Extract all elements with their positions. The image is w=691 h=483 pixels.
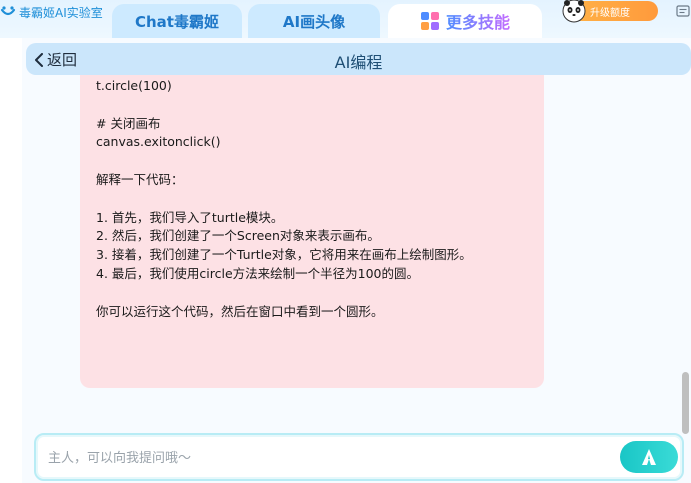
message-line: # 关闭画布 bbox=[96, 115, 161, 131]
tab-ai-avatar-label: AI画头像 bbox=[282, 12, 346, 31]
message-line bbox=[96, 190, 528, 209]
assistant-message-bubble: t.circle(100) # 关闭画布 canvas.exitonclick(… bbox=[80, 75, 544, 388]
upgrade-label: 升级额度 bbox=[590, 7, 630, 19]
tab-chat[interactable]: Chat毒霸姬 bbox=[112, 4, 242, 38]
send-button[interactable] bbox=[620, 441, 678, 473]
brand-logo-icon bbox=[0, 6, 16, 16]
page-header: 返回 AI编程 bbox=[26, 43, 691, 75]
tab-chat-label: Chat毒霸姬 bbox=[135, 12, 219, 31]
grid-apps-icon bbox=[420, 12, 439, 30]
message-line bbox=[96, 284, 528, 303]
menu-icon[interactable] bbox=[676, 4, 690, 18]
brand-name: 毒霸姬AI实验室 bbox=[19, 5, 103, 20]
message-line: 1. 首先，我们导入了turtle模块。 bbox=[96, 209, 284, 225]
message-line bbox=[96, 152, 528, 171]
tab-more-skills-label: 更多技能 bbox=[446, 9, 510, 33]
upgrade-button[interactable]: 升级额度 bbox=[562, 0, 658, 23]
tab-ai-avatar[interactable]: AI画头像 bbox=[248, 4, 380, 38]
message-line bbox=[96, 96, 528, 115]
chat-scrollbar[interactable] bbox=[682, 372, 689, 434]
tab-more-skills[interactable]: 更多技能 bbox=[388, 4, 542, 38]
page-title: AI编程 bbox=[334, 53, 383, 72]
message-line: 2. 然后，我们创建了一个Screen对象来表示画布。 bbox=[96, 228, 380, 244]
message-line: 4. 最后，我们使用circle方法来绘制一个半径为100的圆。 bbox=[96, 265, 420, 281]
message-line: 3. 接着，我们创建了一个Turtle对象，它将用来在画布上绘制图形。 bbox=[96, 247, 472, 263]
chat-area: t.circle(100) # 关闭画布 canvas.exitonclick(… bbox=[22, 75, 678, 425]
chat-input[interactable] bbox=[46, 445, 590, 471]
panda-avatar-icon bbox=[562, 0, 586, 23]
send-icon bbox=[642, 449, 656, 465]
message-line: 解释一下代码： bbox=[96, 171, 184, 187]
message-line: 你可以运行这个代码，然后在窗口中看到一个圆形。 bbox=[96, 303, 384, 319]
chat-input-container bbox=[34, 433, 684, 481]
message-line: canvas.exitonclick() bbox=[96, 134, 221, 150]
top-bar: 毒霸姬AI实验室 Chat毒霸姬 AI画头像 更多技能 升级额度 bbox=[0, 0, 691, 38]
message-line: t.circle(100) bbox=[96, 78, 172, 93]
brand[interactable]: 毒霸姬AI实验室 bbox=[0, 3, 103, 21]
